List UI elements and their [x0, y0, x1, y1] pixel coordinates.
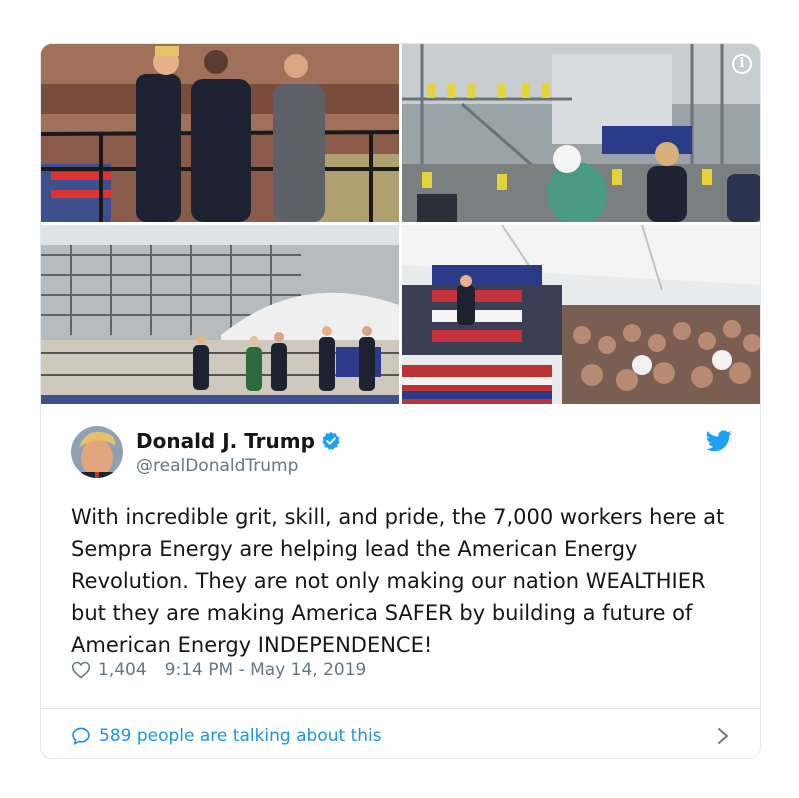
conversation-link[interactable]: 589 people are talking about this [71, 719, 730, 753]
photo-1[interactable] [41, 44, 399, 222]
speech-bubble-icon [72, 727, 90, 745]
author-handle[interactable]: @realDonaldTrump [136, 456, 298, 476]
heart-icon[interactable] [71, 660, 91, 680]
tweet-meta: 1,404 9:14 PM - May 14, 2019 [71, 660, 366, 680]
tweet-text: With incredible grit, skill, and pride, … [71, 505, 725, 657]
divider [41, 708, 760, 709]
author-row: Donald J. Trump [136, 429, 341, 453]
timestamp[interactable]: 9:14 PM - May 14, 2019 [165, 660, 367, 680]
twitter-bird-icon[interactable] [706, 430, 732, 452]
media-grid: i [41, 44, 760, 404]
photo-3[interactable] [41, 225, 399, 404]
like-count[interactable]: 1,404 [98, 660, 147, 680]
talking-count-link[interactable]: 589 people are talking about this [99, 726, 382, 746]
photo-4[interactable] [402, 225, 760, 404]
chevron-right-icon[interactable] [716, 727, 730, 745]
tweet-card: i Donald J. Trump @realDonaldTrump With … [40, 43, 761, 759]
photo-2[interactable]: i [402, 44, 760, 222]
author-name[interactable]: Donald J. Trump [136, 429, 315, 453]
info-icon[interactable]: i [732, 54, 752, 74]
avatar[interactable] [71, 426, 123, 478]
verified-badge-icon [322, 431, 340, 450]
